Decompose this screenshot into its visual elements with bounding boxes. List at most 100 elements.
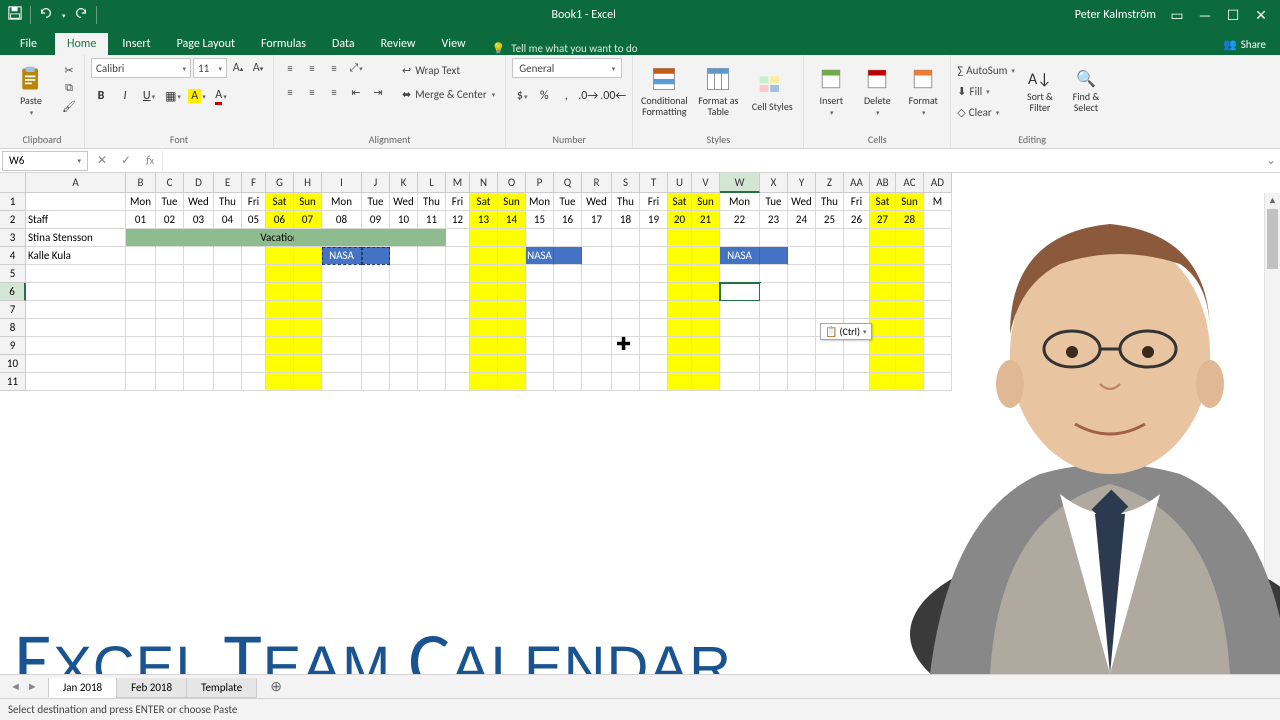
cell[interactable] (266, 283, 294, 301)
cell[interactable] (870, 337, 896, 355)
cell[interactable] (668, 355, 692, 373)
row-header[interactable]: 3 (0, 229, 26, 247)
cell[interactable] (924, 373, 952, 391)
format-as-table-button[interactable]: Format as Table (693, 58, 743, 124)
cell[interactable]: 21 (692, 211, 720, 229)
cell[interactable] (640, 337, 668, 355)
cell[interactable] (924, 265, 952, 283)
cell[interactable] (470, 247, 498, 265)
cell[interactable] (720, 373, 760, 391)
enter-formula-button[interactable]: ✓ (114, 151, 138, 171)
row-header[interactable]: 4 (0, 247, 26, 265)
cell[interactable] (242, 283, 266, 301)
cell[interactable] (640, 247, 668, 265)
sheet-tab-template[interactable]: Template (186, 678, 257, 698)
cell[interactable] (692, 373, 720, 391)
cell[interactable] (692, 319, 720, 337)
cell[interactable] (362, 265, 390, 283)
cell[interactable] (322, 265, 362, 283)
cell[interactable]: Sun (692, 193, 720, 211)
cell[interactable]: 17 (582, 211, 612, 229)
column-header[interactable]: M (446, 173, 470, 193)
cell[interactable] (184, 283, 214, 301)
cell[interactable] (582, 247, 612, 265)
cell[interactable] (816, 247, 844, 265)
cell[interactable] (184, 247, 214, 265)
cell[interactable] (126, 229, 156, 247)
cell[interactable] (582, 319, 612, 337)
cell[interactable]: Wed (390, 193, 418, 211)
cell[interactable] (390, 229, 418, 247)
cell[interactable]: Wed (582, 193, 612, 211)
cell[interactable] (498, 247, 526, 265)
cell[interactable] (184, 319, 214, 337)
close-icon[interactable]: ✕ (1254, 7, 1268, 24)
comma-button[interactable]: , (556, 86, 576, 106)
cell[interactable] (498, 337, 526, 355)
cell[interactable] (294, 355, 322, 373)
column-header[interactable]: Q (554, 173, 582, 193)
cell[interactable]: Vacation (266, 229, 294, 247)
border-button[interactable]: ▦▾ (163, 86, 183, 106)
cell[interactable]: Tue (362, 193, 390, 211)
cell[interactable] (612, 265, 640, 283)
cell[interactable] (242, 319, 266, 337)
cell[interactable] (446, 301, 470, 319)
column-header[interactable]: S (612, 173, 640, 193)
fx-button[interactable]: fx (138, 151, 162, 171)
spreadsheet-grid[interactable]: ABCDEFGHIJKLMNOPQRSTUVWXYZAAABACAD 12345… (0, 173, 1280, 674)
cell[interactable] (582, 283, 612, 301)
currency-button[interactable]: $▾ (512, 86, 532, 106)
cell[interactable]: 15 (526, 211, 554, 229)
cell[interactable] (294, 247, 322, 265)
decrease-indent-button[interactable]: ⇤ (346, 82, 366, 102)
column-header[interactable]: T (640, 173, 668, 193)
cell[interactable]: 09 (362, 211, 390, 229)
column-header[interactable]: D (184, 173, 214, 193)
cell[interactable] (446, 229, 470, 247)
formula-input[interactable] (162, 151, 1262, 171)
cell[interactable] (896, 355, 924, 373)
cell[interactable] (640, 229, 668, 247)
tell-me-search[interactable]: 💡 Tell me what you want to do (480, 42, 650, 55)
underline-button[interactable]: U▾ (139, 86, 159, 106)
tab-review[interactable]: Review (369, 33, 428, 55)
format-painter-button[interactable]: 🖌 (60, 98, 78, 114)
align-left-button[interactable]: ≡ (280, 82, 300, 102)
align-center-button[interactable]: ≡ (302, 82, 322, 102)
column-header[interactable]: Y (788, 173, 816, 193)
cell[interactable]: 04 (214, 211, 242, 229)
cell[interactable] (126, 247, 156, 265)
cell[interactable] (418, 301, 446, 319)
cell[interactable] (126, 319, 156, 337)
cell[interactable] (924, 283, 952, 301)
cell[interactable] (294, 283, 322, 301)
percent-button[interactable]: % (534, 86, 554, 106)
cell[interactable] (362, 319, 390, 337)
cell[interactable] (844, 283, 870, 301)
cell[interactable] (896, 283, 924, 301)
cell[interactable] (692, 283, 720, 301)
cell[interactable] (788, 247, 816, 265)
cell[interactable] (322, 283, 362, 301)
cell[interactable]: Mon (126, 193, 156, 211)
cell[interactable] (526, 373, 554, 391)
cell[interactable] (214, 337, 242, 355)
cell[interactable] (294, 319, 322, 337)
cell[interactable] (640, 319, 668, 337)
cell[interactable]: Thu (418, 193, 446, 211)
cell[interactable] (184, 229, 214, 247)
column-header[interactable]: O (498, 173, 526, 193)
cell[interactable]: NASA (720, 247, 760, 265)
cell[interactable] (470, 355, 498, 373)
cell[interactable] (896, 229, 924, 247)
cell[interactable] (390, 355, 418, 373)
cell[interactable] (844, 355, 870, 373)
cell[interactable]: Tue (760, 193, 788, 211)
cell[interactable] (582, 373, 612, 391)
cell[interactable] (788, 265, 816, 283)
cell[interactable] (498, 319, 526, 337)
cell[interactable] (126, 355, 156, 373)
row-header[interactable]: 5 (0, 265, 26, 283)
cell[interactable] (126, 301, 156, 319)
